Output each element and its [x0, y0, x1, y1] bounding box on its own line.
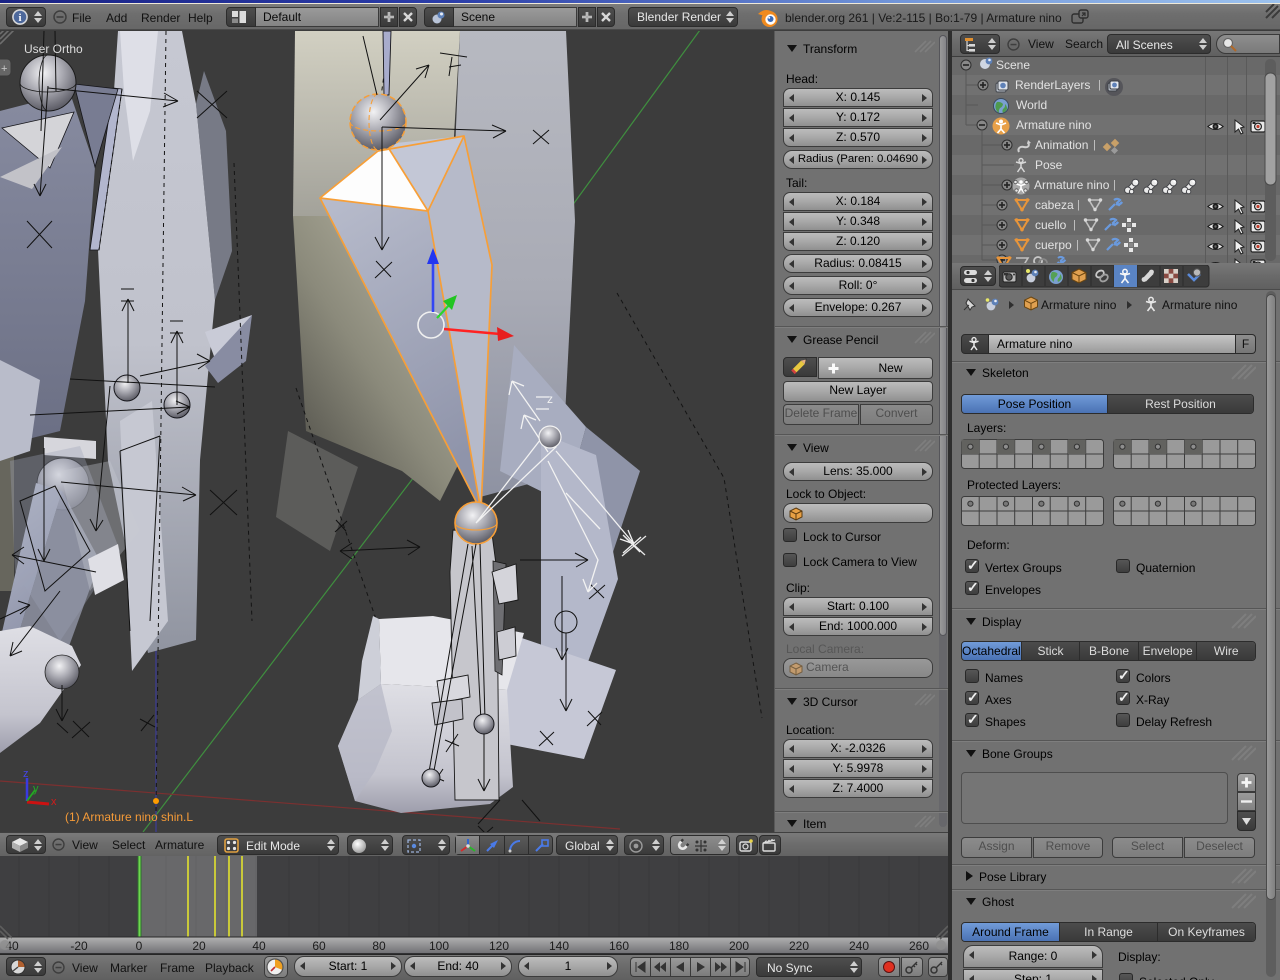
svg-text:120: 120	[489, 939, 509, 953]
svg-text:+: +	[1, 63, 7, 75]
svg-text:180: 180	[669, 939, 689, 953]
svg-text:RenderLayers: RenderLayers	[1015, 78, 1090, 92]
svg-text:Armature nino: Armature nino	[1162, 298, 1238, 312]
svg-text:260: 260	[909, 939, 929, 953]
svg-text:40: 40	[252, 939, 266, 953]
svg-text:Animation: Animation	[1035, 138, 1088, 152]
svg-text:(1) Armature nino shin.L: (1) Armature nino shin.L	[65, 810, 193, 824]
svg-text:-20: -20	[70, 939, 88, 953]
svg-text:User Ortho: User Ortho	[24, 42, 83, 56]
svg-text:x: x	[51, 796, 57, 808]
svg-text:y: y	[33, 783, 39, 795]
svg-text:Armature nino: Armature nino	[1034, 178, 1110, 192]
svg-text:|: |	[1113, 179, 1116, 191]
svg-text:200: 200	[729, 939, 749, 953]
svg-text:cuello: cuello	[1035, 218, 1067, 232]
svg-text:|: |	[1077, 199, 1080, 211]
svg-text:80: 80	[372, 939, 386, 953]
svg-text:cuerpo: cuerpo	[1035, 238, 1072, 252]
svg-text:20: 20	[192, 939, 206, 953]
svg-text:z: z	[547, 392, 553, 406]
svg-text:140: 140	[549, 939, 569, 953]
svg-text:0: 0	[136, 939, 143, 953]
svg-text:|: |	[1098, 79, 1101, 91]
svg-text:100: 100	[429, 939, 449, 953]
svg-text:|: |	[1076, 239, 1079, 251]
svg-text:cabeza: cabeza	[1035, 198, 1074, 212]
svg-text:Armature nino: Armature nino	[1016, 118, 1092, 132]
svg-text:Pose: Pose	[1035, 158, 1063, 172]
svg-text:z: z	[23, 768, 29, 780]
svg-text:World: World	[1016, 98, 1047, 112]
svg-text:i: i	[18, 12, 21, 24]
svg-text:|: |	[1093, 139, 1096, 151]
svg-text:160: 160	[609, 939, 629, 953]
svg-text:Scene: Scene	[996, 58, 1030, 72]
svg-text:|: |	[1073, 219, 1076, 231]
svg-text:240: 240	[849, 939, 869, 953]
svg-text:60: 60	[312, 939, 326, 953]
svg-text:Armature nino: Armature nino	[1041, 298, 1117, 312]
svg-text:220: 220	[789, 939, 809, 953]
